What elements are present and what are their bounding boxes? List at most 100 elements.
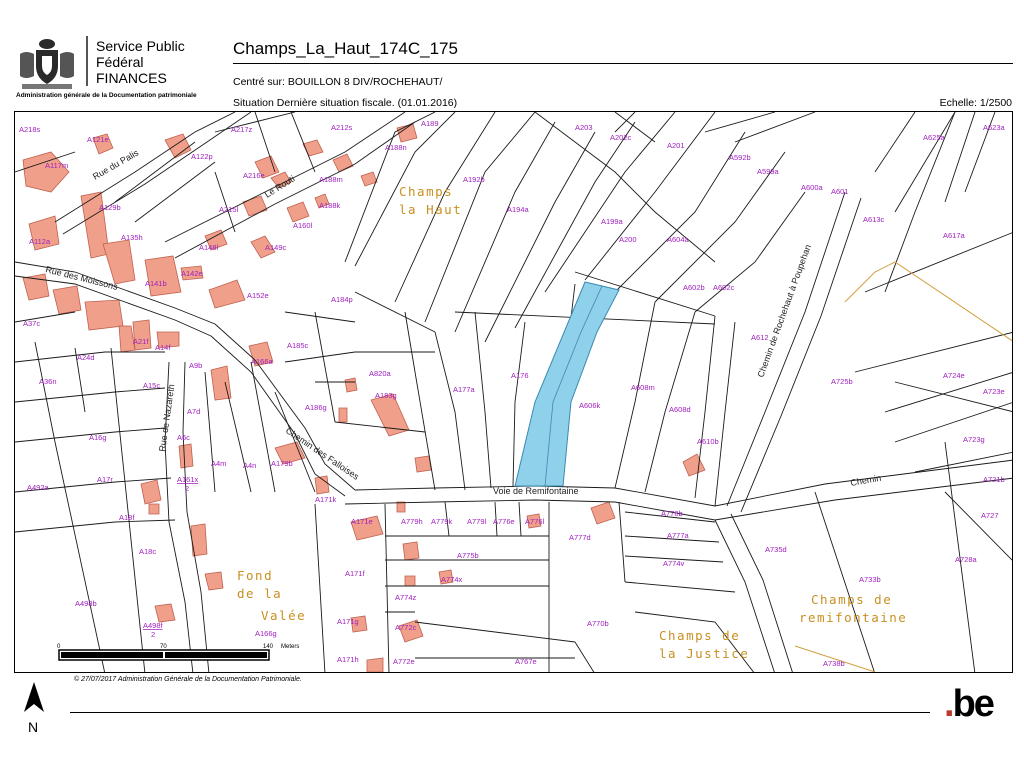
parcel-label: A171e: [351, 517, 373, 526]
parcel-label: A779k: [431, 517, 453, 526]
title-divider: [233, 63, 1013, 64]
org-line-1: Service Public: [96, 38, 185, 54]
parcel-label: A141b: [145, 279, 167, 288]
parcel-label: A194a: [507, 205, 530, 214]
parcel-label: A121e: [87, 135, 109, 144]
parcel-label: A201: [667, 141, 685, 150]
parcel-label: A776l: [525, 517, 545, 526]
street-label: Voie de Remifontaine: [493, 486, 579, 496]
place-label: Valée: [261, 608, 306, 623]
parcel-label: A188m: [319, 175, 343, 184]
copyright-notice: © 27/07/2017 Administration Générale de …: [74, 676, 302, 683]
parcel-label: A779l: [467, 517, 487, 526]
place-label: Champs: [399, 184, 453, 199]
parcel-label: A498b: [75, 599, 97, 608]
parcel-label: A779h: [401, 517, 423, 526]
parcel-label: A770b: [587, 619, 609, 628]
map-canvas: Champs la Haut Fond de la Valée Champs de la J…: [15, 112, 1012, 672]
parcel-label: A775b: [457, 551, 479, 560]
parcel-label: A186g: [305, 403, 327, 412]
scale-tick-140: 140: [263, 644, 274, 650]
parcel-label: A727: [981, 511, 999, 520]
parcel-label: A185c: [287, 341, 309, 350]
parcel-label: A166a: [251, 357, 274, 366]
scale-info: Echelle: 1/2500: [939, 97, 1012, 109]
parcel-label: A728a: [955, 555, 978, 564]
parcel-label: A777d: [569, 533, 591, 542]
parcel-label: A117m: [45, 161, 68, 170]
parcel-label: A189: [421, 119, 439, 128]
parcel-label: A625a: [923, 133, 946, 142]
belgian-crest-logo: [20, 39, 74, 89]
street-labels-layer: Rue du PalisLe RoutiRue des MoissonsRue …: [45, 147, 882, 496]
street-label: Rue des Moissons: [45, 264, 120, 292]
parcel-label: A721b: [983, 475, 1005, 484]
parcel-label: A604a: [667, 235, 690, 244]
parcel-label: A772e: [393, 657, 415, 666]
parcel-label: A176: [511, 371, 529, 380]
parcel-label: A171h: [337, 655, 359, 664]
be-logo: .be: [944, 682, 1014, 726]
place-label: remifontaine: [799, 610, 907, 625]
parcel-label: A212s: [331, 123, 353, 132]
parcel-label: A774v: [663, 559, 685, 568]
parcel-label: A617a: [943, 231, 966, 240]
scale-tick-0: 0: [57, 644, 61, 650]
be-logo-dot: .: [944, 683, 954, 725]
parcel-label: A492a: [27, 483, 50, 492]
parcel-label: A24d: [77, 353, 95, 362]
footer-divider: [70, 712, 930, 713]
parcel-label: A777a: [667, 531, 690, 540]
parcel-label: A171k: [315, 495, 337, 504]
parcel-label: A612: [751, 333, 769, 342]
parcel-label: A772c: [395, 623, 417, 632]
place-label: la Haut: [399, 202, 462, 217]
parcel-label: A149c: [265, 243, 287, 252]
place-label: Champs de: [659, 628, 740, 643]
cadastral-map[interactable]: Champs la Haut Fond de la Valée Champs de la J…: [14, 111, 1013, 673]
parcel-label: A724e: [943, 371, 965, 380]
parcel-label: A608d: [669, 405, 691, 414]
place-label: de la: [237, 586, 282, 601]
highlighted-parcel[interactable]: [514, 281, 620, 487]
parcel-label: A199a: [601, 217, 624, 226]
parcel-label: A160l: [293, 221, 313, 230]
parcel-label: A21f: [133, 337, 149, 346]
place-label: Champs de: [811, 592, 892, 607]
parcel-label: A608m: [631, 383, 655, 392]
org-line-2: Fédéral: [96, 54, 144, 70]
parcel-label: A14f: [155, 343, 171, 352]
parcel-label: A188k: [319, 201, 341, 210]
org-line-3: FINANCES: [96, 70, 167, 86]
parcel-label: A725b: [831, 377, 853, 386]
parcel-label: A6c: [177, 433, 190, 442]
parcel-label: A183g: [375, 391, 397, 400]
document-title: Champs_La_Haut_174C_175: [233, 39, 458, 58]
parcel-label: A184p: [331, 295, 353, 304]
parcel-label: A7d: [187, 407, 200, 416]
be-logo-text: be: [952, 683, 995, 725]
street-label: Rue de Nazareth: [157, 384, 176, 453]
parcel-label: A129b: [99, 203, 121, 212]
scale-tick-70: 70: [160, 644, 167, 650]
parcel-label: A601: [831, 187, 849, 196]
parcel-label: A16g: [89, 433, 107, 442]
parcel-label: A112a: [29, 237, 51, 246]
parcel-label: A152e: [247, 291, 269, 300]
parcel-label: A135h: [121, 233, 143, 242]
parcel-label: A218s: [19, 125, 41, 134]
parcel-label: A202c: [610, 133, 632, 142]
parcel-label: A4n: [243, 461, 256, 470]
parcel-label: A776e: [493, 517, 515, 526]
parcel-label: A602b: [683, 283, 705, 292]
parcel-label: A192b: [463, 175, 485, 184]
parcel-label: A498f 2: [143, 621, 164, 639]
parcel-label: A592b: [729, 153, 751, 162]
parcel-label: A179b: [271, 459, 293, 468]
parcel-label: A215l: [219, 205, 239, 214]
parcel-label: A774z: [395, 593, 417, 602]
parcel-label: A217z: [231, 125, 253, 134]
parcel-label: A767e: [515, 657, 537, 666]
parcel-label: A200: [619, 235, 637, 244]
parcel-label: A778b: [661, 509, 683, 518]
